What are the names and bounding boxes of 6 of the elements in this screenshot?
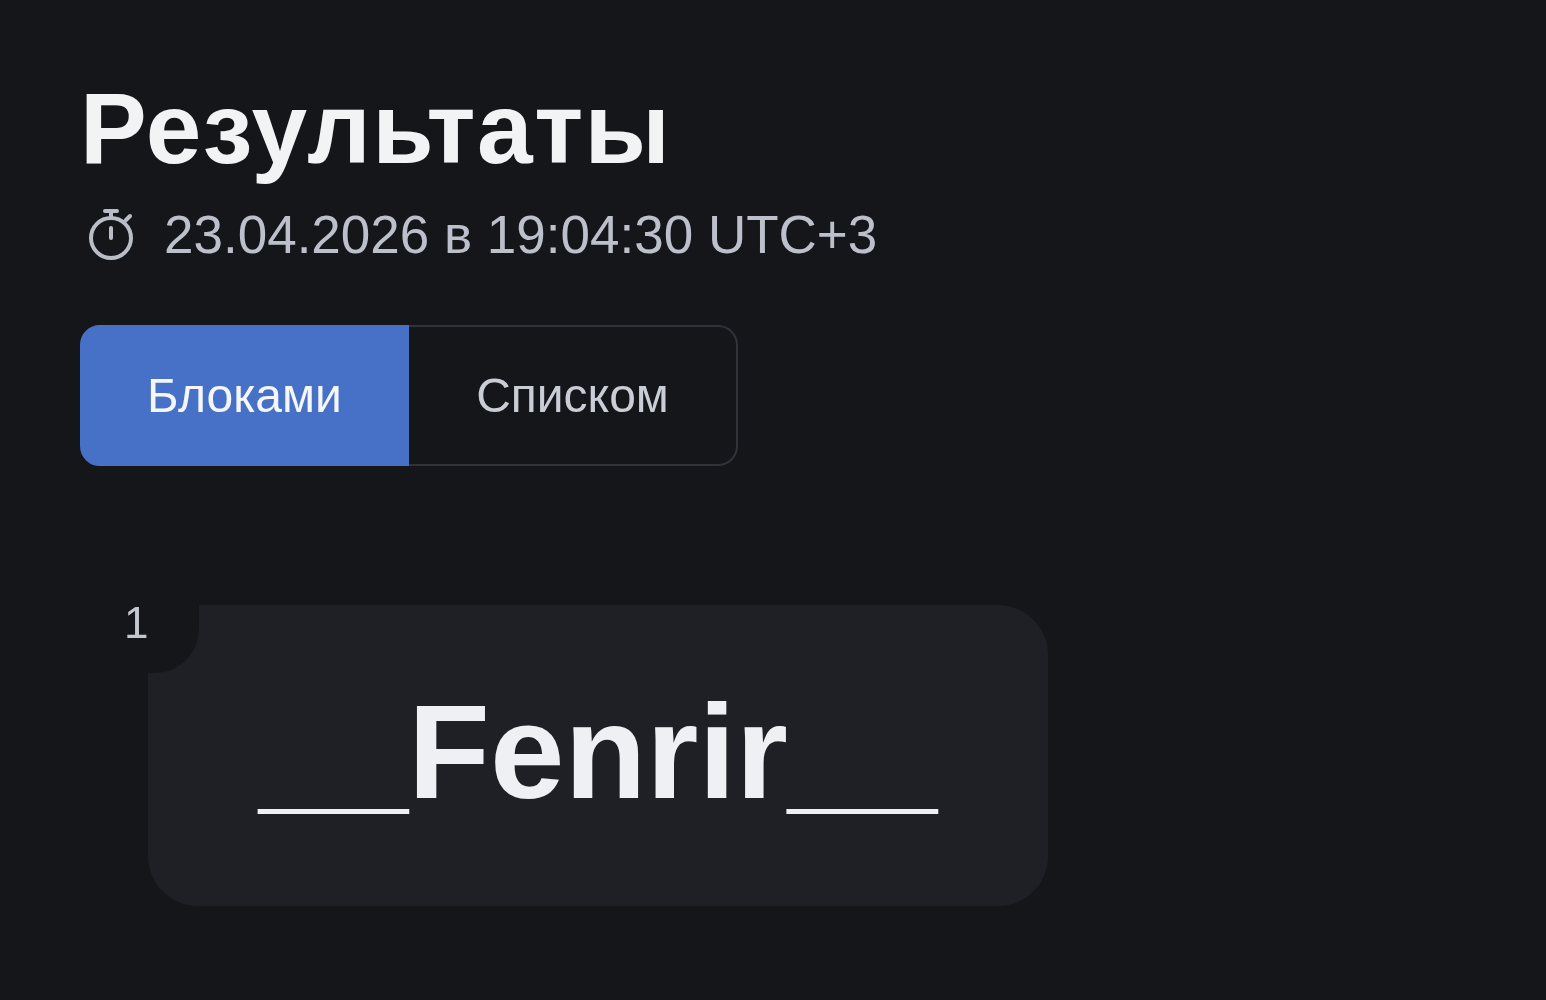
page-title: Результаты xyxy=(80,71,672,186)
player-name: __Fenrir__ xyxy=(259,676,937,829)
stopwatch-icon xyxy=(88,207,134,261)
timestamp: 23.04.2026 в 19:04:30 UTC+3 xyxy=(164,207,878,261)
view-tab[interactable]: Блоками xyxy=(80,325,409,466)
view-tab[interactable]: Списком xyxy=(409,325,738,466)
